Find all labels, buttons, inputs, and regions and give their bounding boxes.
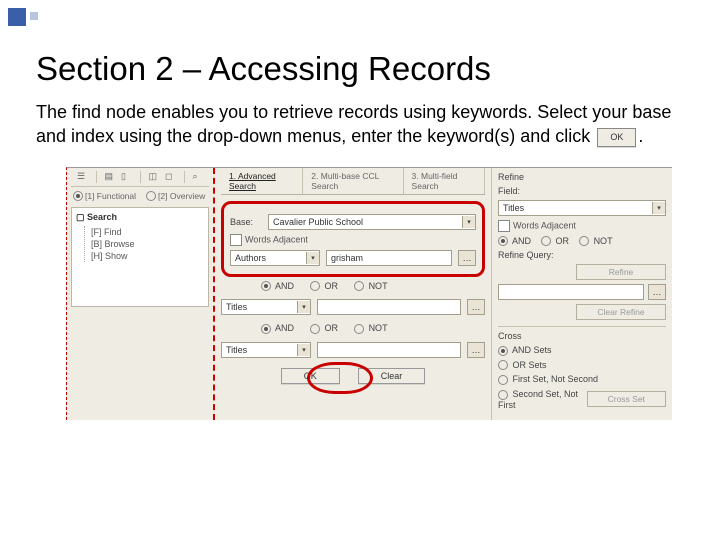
- view-overview[interactable]: [2] Overview: [146, 191, 205, 202]
- tree-item-browse[interactable]: [B] Browse: [91, 238, 204, 250]
- toolbar-icon[interactable]: ◻: [165, 171, 176, 183]
- field-label: Field:: [498, 186, 666, 196]
- clear-button[interactable]: Clear: [358, 368, 426, 384]
- tab-multibase-ccl[interactable]: 2. Multi-base CCL Search: [303, 168, 403, 194]
- radio-and-2[interactable]: AND: [261, 323, 294, 334]
- refine-group-title: Refine: [498, 172, 666, 182]
- slide-content: Section 2 – Accessing Records The find n…: [0, 0, 720, 420]
- left-toolbar: ☰ ▤ ▯ ◫ ◻ ⌕: [71, 168, 209, 187]
- refine-query-label: Refine Query:: [498, 250, 666, 260]
- index-dropdown-titles-1[interactable]: Titles▾: [221, 299, 311, 315]
- radio-or-2[interactable]: OR: [310, 323, 338, 334]
- base-dropdown[interactable]: Cavalier Public School▾: [268, 214, 476, 230]
- refine-field-dropdown[interactable]: Titles▾: [498, 200, 666, 216]
- view-selector: [1] Functional [2] Overview: [71, 187, 209, 206]
- toolbar-icon[interactable]: ☰: [77, 171, 88, 183]
- cross-group-title: Cross: [498, 331, 666, 341]
- toolbar-icon[interactable]: ◫: [148, 171, 159, 183]
- toolbar-icon[interactable]: ▤: [104, 171, 115, 183]
- cross-and-sets[interactable]: AND Sets: [498, 345, 552, 356]
- chevron-down-icon: ▾: [652, 202, 665, 214]
- words-adjacent-checkbox[interactable]: Words Adjacent: [230, 234, 308, 246]
- chevron-down-icon: ▾: [297, 301, 310, 313]
- tree-item-find[interactable]: [F] Find: [91, 226, 204, 238]
- refine-radio-and[interactable]: AND: [498, 236, 531, 247]
- tab-multifield[interactable]: 3. Multi-field Search: [404, 168, 485, 194]
- view-functional[interactable]: [1] Functional: [73, 191, 136, 202]
- keyword-input-3[interactable]: [317, 342, 461, 358]
- base-label: Base:: [230, 217, 262, 227]
- radio-or[interactable]: OR: [310, 281, 338, 292]
- separator: [184, 171, 185, 183]
- toolbar-icon[interactable]: ▯: [121, 171, 132, 183]
- chevron-down-icon: ▾: [297, 344, 310, 356]
- browse-button[interactable]: …: [458, 250, 476, 266]
- separator: [140, 171, 141, 183]
- refine-browse-button[interactable]: …: [648, 284, 666, 300]
- radio-not-2[interactable]: NOT: [354, 323, 388, 334]
- browse-button-2[interactable]: …: [467, 299, 485, 315]
- cross-set-button[interactable]: Cross Set: [587, 391, 666, 407]
- cross-second-not-first[interactable]: Second Set, Not First: [498, 389, 583, 410]
- keyword-input[interactable]: grisham: [326, 250, 452, 266]
- refine-radio-not[interactable]: NOT: [579, 236, 613, 247]
- separator: [96, 171, 97, 183]
- middle-panel: 1. Advanced Search 2. Multi-base CCL Sea…: [215, 168, 492, 420]
- app-screenshot: ☰ ▤ ▯ ◫ ◻ ⌕ [1] Functional [2] Overview …: [66, 167, 672, 420]
- slide-body-text-2: .: [638, 126, 643, 146]
- inline-ok-button-image: OK: [597, 128, 636, 146]
- tree-root-search[interactable]: ▢ Search: [76, 212, 204, 223]
- cross-first-not-second[interactable]: First Set, Not Second: [498, 374, 598, 385]
- radio-not[interactable]: NOT: [354, 281, 388, 292]
- slide-title: Section 2 – Accessing Records: [36, 50, 684, 88]
- tab-advanced-search[interactable]: 1. Advanced Search: [221, 168, 303, 194]
- search-tabs: 1. Advanced Search 2. Multi-base CCL Sea…: [221, 168, 485, 195]
- keyword-input-2[interactable]: [317, 299, 461, 315]
- highlight-base-keyword-box: Base: Cavalier Public School▾ Words Adja…: [221, 201, 485, 277]
- radio-and[interactable]: AND: [261, 281, 294, 292]
- right-panel: Refine Field: Titles▾ Words Adjacent AND…: [492, 168, 672, 420]
- refine-button[interactable]: Refine: [576, 264, 666, 280]
- refine-query-input[interactable]: [498, 284, 644, 300]
- index-dropdown-authors[interactable]: Authors▾: [230, 250, 320, 266]
- logic-row-2: AND OR NOT: [221, 319, 485, 338]
- left-panel: ☰ ▤ ▯ ◫ ◻ ⌕ [1] Functional [2] Overview …: [67, 168, 215, 420]
- ok-button[interactable]: OK: [281, 368, 340, 384]
- cross-or-sets[interactable]: OR Sets: [498, 360, 547, 371]
- tree-item-show[interactable]: [H] Show: [91, 250, 204, 262]
- slide-body-text-1: The find node enables you to retrieve re…: [36, 102, 671, 146]
- action-button-row: OK Clear: [221, 368, 485, 384]
- logic-row-1: AND OR NOT: [221, 277, 485, 296]
- refine-radio-or[interactable]: OR: [541, 236, 569, 247]
- nav-tree: ▢ Search [F] Find [B] Browse [H] Show: [71, 207, 209, 307]
- search-icon[interactable]: ⌕: [192, 171, 203, 183]
- index-dropdown-titles-2[interactable]: Titles▾: [221, 342, 311, 358]
- chevron-down-icon: ▾: [306, 252, 319, 264]
- refine-words-adjacent-checkbox[interactable]: Words Adjacent: [498, 220, 576, 232]
- browse-button-3[interactable]: …: [467, 342, 485, 358]
- clear-refine-button[interactable]: Clear Refine: [576, 304, 666, 320]
- divider: [498, 326, 666, 327]
- chevron-down-icon: ▾: [462, 216, 475, 228]
- slide-body: The find node enables you to retrieve re…: [36, 100, 684, 149]
